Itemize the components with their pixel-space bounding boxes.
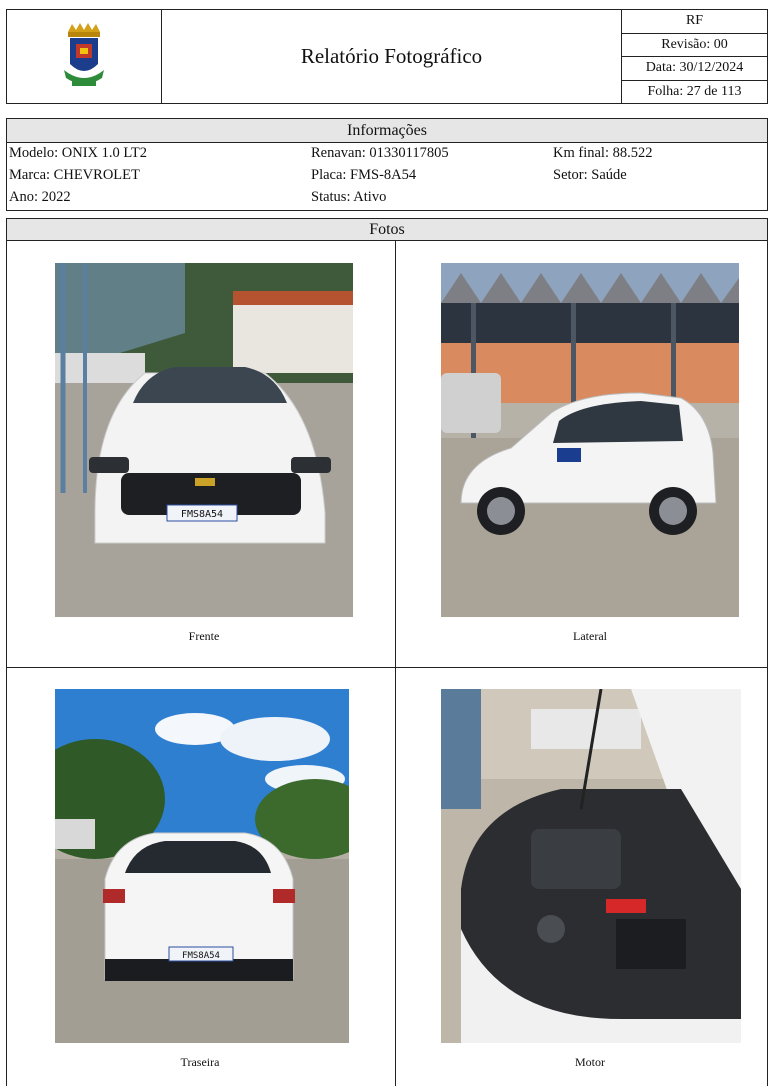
- info-section: Informações Modelo: ONIX 1.0 LT2 Marca: …: [6, 118, 768, 211]
- rear-plate-text: FMS8A54: [182, 951, 220, 961]
- status-field: Status: Ativo: [311, 189, 387, 205]
- caption-engine: Motor: [575, 1055, 605, 1069]
- photo-grid: FMS8A54 Frente Lateral FMS8A54 Traseira …: [7, 241, 767, 1086]
- caption-rear: Traseira: [180, 1055, 220, 1069]
- photos-section: Fotos FMS8A54 Frente Lateral FMS8A54 Tra…: [6, 218, 768, 1086]
- page-title: Relatório Fotográfico: [162, 10, 622, 103]
- municipal-crest-logo: [64, 22, 104, 86]
- modelo-field: Modelo: ONIX 1.0 LT2: [9, 145, 148, 161]
- marca-field: Marca: CHEVROLET: [9, 167, 140, 183]
- info-section-title: Informações: [7, 119, 767, 143]
- front-plate-text: FMS8A54: [181, 509, 223, 520]
- document-meta: RF Revisão: 00 Data: 30/12/2024 Folha: 2…: [622, 10, 767, 103]
- logo-cell: [7, 10, 162, 103]
- document-header: Relatório Fotográfico RF Revisão: 00 Dat…: [6, 9, 768, 104]
- date-label: Data: 30/12/2024: [622, 57, 767, 81]
- km-final-field: Km final: 88.522: [553, 145, 653, 161]
- row-divider: [7, 667, 767, 668]
- ano-field: Ano: 2022: [9, 189, 71, 205]
- revision-label: Revisão: 00: [622, 34, 767, 57]
- placa-field: Placa: FMS-8A54: [311, 167, 417, 183]
- photo-rear: FMS8A54: [55, 689, 349, 1043]
- photo-front: FMS8A54: [55, 263, 353, 617]
- renavan-field: Renavan: 01330117805: [311, 145, 449, 161]
- document-code: RF: [622, 10, 767, 34]
- column-divider: [395, 241, 396, 1086]
- photo-engine: [441, 689, 741, 1043]
- caption-side: Lateral: [573, 629, 607, 643]
- setor-field: Setor: Saúde: [553, 167, 627, 183]
- photos-section-title: Fotos: [7, 219, 767, 241]
- info-grid: Modelo: ONIX 1.0 LT2 Marca: CHEVROLET An…: [7, 143, 767, 211]
- photo-side: [441, 263, 739, 617]
- sheet-label: Folha: 27 de 113: [647, 83, 742, 99]
- caption-front: Frente: [188, 629, 220, 643]
